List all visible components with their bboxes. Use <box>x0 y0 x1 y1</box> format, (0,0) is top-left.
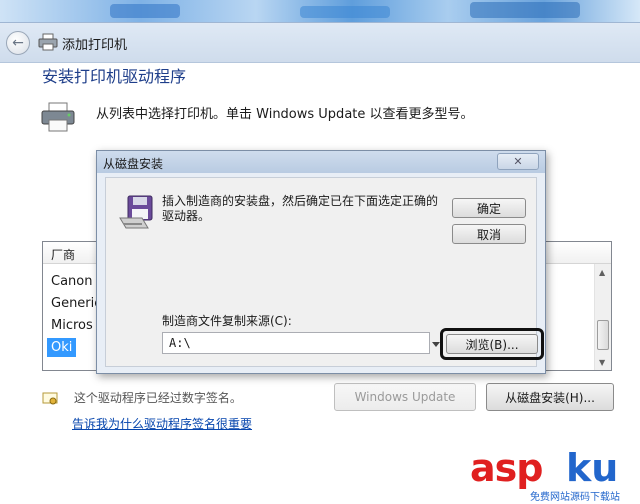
close-button[interactable]: ✕ <box>497 153 539 170</box>
scroll-up-icon[interactable]: ▲ <box>599 268 605 277</box>
source-label: 制造商文件复制来源(C): <box>162 314 292 328</box>
dialog-message: 插入制造商的安装盘，然后确定已在下面选定正确的驱动器。 <box>162 194 439 223</box>
signature-status: 这个驱动程序已经过数字签名。 <box>42 389 242 406</box>
list-item[interactable]: Canon <box>51 274 92 289</box>
wizard-description: 从列表中选择打印机。单击 Windows Update 以查看更多型号。 <box>96 107 474 122</box>
browse-button[interactable]: 浏览(B)... <box>446 334 538 354</box>
close-icon: ✕ <box>513 155 523 168</box>
signature-help-link[interactable]: 告诉我为什么驱动程序签名很重要 <box>72 415 252 432</box>
desktop-blur-blob <box>300 6 390 18</box>
have-disk-button[interactable]: 从磁盘安装(H)... <box>486 383 614 411</box>
dialog-titlebar: 从磁盘安装 ✕ <box>97 151 545 173</box>
ok-button[interactable]: 确定 <box>452 198 526 218</box>
watermark-brand-a: asp <box>470 446 543 490</box>
watermark-tagline: 免费网站源码下载站 <box>530 492 620 503</box>
dialog-body: 插入制造商的安装盘，然后确定已在下面选定正确的驱动器。 确定 取消 制造商文件复… <box>105 177 544 367</box>
list-item-selected[interactable]: Oki <box>47 338 77 357</box>
column-header-manufacturer: 厂商 <box>51 248 76 262</box>
list-scrollbar[interactable]: ▲ ▼ <box>594 264 611 370</box>
list-item[interactable]: Generic <box>51 296 101 311</box>
desktop-blur-blob <box>110 4 180 18</box>
signature-text: 这个驱动程序已经过数字签名。 <box>73 391 242 405</box>
scroll-down-icon[interactable]: ▼ <box>599 358 605 367</box>
watermark-logo: asp ku 免费网站源码下载站 <box>470 446 638 504</box>
certificate-icon <box>42 392 58 404</box>
window-title: 添加打印机 <box>62 38 128 53</box>
arrow-left-icon: ← <box>12 35 24 51</box>
desktop-blur-blob <box>470 2 580 18</box>
cancel-button[interactable]: 取消 <box>452 224 526 244</box>
chevron-down-icon[interactable] <box>432 342 440 347</box>
floppy-disk-icon <box>119 195 153 229</box>
install-from-disk-dialog: 从磁盘安装 ✕ 插入制造商的安装盘，然后确定已在下面选定正确的驱动器。 确定 取… <box>96 150 546 374</box>
page-heading: 安装打印机驱动程序 <box>42 67 187 86</box>
printer-icon <box>41 102 75 132</box>
scroll-thumb[interactable] <box>597 320 609 350</box>
printer-icon <box>38 33 58 51</box>
back-button[interactable]: ← <box>6 31 30 55</box>
windows-update-button[interactable]: Windows Update <box>334 383 476 411</box>
watermark-brand-b: ku <box>566 446 619 490</box>
wizard-titlebar: ← 添加打印机 <box>0 23 640 63</box>
source-path-input[interactable]: A:\ <box>162 332 430 354</box>
dialog-title: 从磁盘安装 <box>103 157 164 171</box>
list-item[interactable]: Micros <box>51 318 93 333</box>
